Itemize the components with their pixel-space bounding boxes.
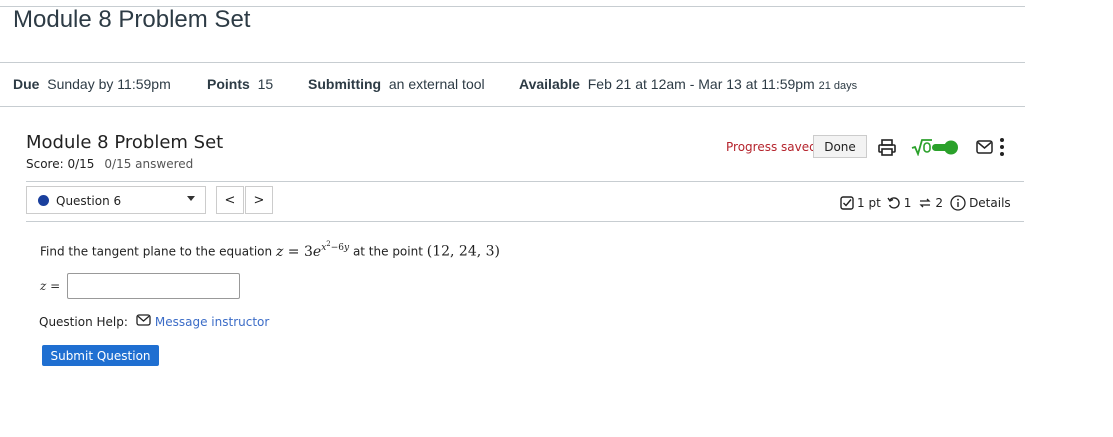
nav-top-divider bbox=[26, 181, 1024, 182]
mail-icon bbox=[136, 314, 151, 329]
checkbox-icon bbox=[840, 196, 854, 210]
more-vertical-icon[interactable] bbox=[998, 137, 1006, 162]
attempts-icon bbox=[918, 196, 932, 210]
details-link[interactable]: Details bbox=[969, 196, 1011, 210]
problem-set-title: Module 8 Problem Set bbox=[26, 132, 224, 153]
available-days: 21 days bbox=[818, 80, 858, 92]
points-meta: Points 15 bbox=[207, 76, 273, 92]
submit-question-button[interactable]: Submit Question bbox=[42, 345, 159, 366]
question-info: 1 pt 1 2 Details bbox=[840, 195, 1011, 211]
submitting-meta: Submitting an external tool bbox=[308, 76, 485, 92]
retry-icon bbox=[887, 196, 901, 210]
sqrt-icon bbox=[911, 138, 933, 161]
meta-divider bbox=[0, 106, 1025, 107]
done-button[interactable]: Done bbox=[813, 135, 867, 158]
answer-label: z = bbox=[40, 279, 61, 293]
page-title: Module 8 Problem Set bbox=[13, 6, 251, 33]
attempts-count: 2 bbox=[935, 196, 944, 210]
header-divider bbox=[0, 62, 1025, 63]
due-meta: Due Sunday by 11:59pm bbox=[13, 76, 171, 92]
points-value: 15 bbox=[257, 76, 274, 92]
nav-bottom-divider bbox=[26, 221, 1024, 222]
available-meta: Available Feb 21 at 12am - Mar 13 at 11:… bbox=[519, 76, 857, 92]
mail-icon[interactable] bbox=[976, 140, 993, 159]
question-text: Find the tangent plane to the equation z… bbox=[40, 240, 500, 260]
question-help: Question Help: Message instructor bbox=[39, 314, 269, 329]
prev-question-button[interactable]: < bbox=[216, 186, 244, 214]
available-label: Available bbox=[519, 76, 580, 92]
question-select-label: Question 6 bbox=[56, 194, 122, 208]
points-text: 1 pt bbox=[857, 196, 881, 210]
print-icon[interactable] bbox=[878, 139, 896, 161]
retries-count: 1 bbox=[903, 196, 912, 210]
question-status-dot bbox=[38, 195, 49, 206]
question-prefix: Find the tangent plane to the equation bbox=[40, 244, 273, 259]
answer-input[interactable] bbox=[67, 273, 240, 299]
submitting-label: Submitting bbox=[308, 76, 382, 92]
points-label: Points bbox=[207, 76, 250, 92]
submitting-value: an external tool bbox=[388, 76, 485, 92]
question-point: (12, 24, 3) bbox=[426, 243, 501, 260]
score-text: Score: 0/15 bbox=[26, 157, 95, 171]
info-icon[interactable] bbox=[950, 195, 966, 211]
question-select[interactable]: Question 6 bbox=[26, 186, 206, 214]
available-value: Feb 21 at 12am - Mar 13 at 11:59pm bbox=[587, 76, 815, 92]
due-value: Sunday by 11:59pm bbox=[47, 76, 171, 92]
top-divider bbox=[0, 6, 1025, 7]
chevron-down-icon bbox=[187, 196, 195, 201]
question-equation: z = 3ex2−6y bbox=[275, 240, 350, 260]
toggle-switch[interactable] bbox=[931, 140, 959, 160]
message-instructor-link[interactable]: Message instructor bbox=[155, 315, 269, 329]
progress-status: Progress saved bbox=[726, 140, 817, 154]
answered-text: 0/15 answered bbox=[104, 157, 194, 171]
score-line: Score: 0/15 0/15 answered bbox=[26, 157, 193, 171]
question-help-label: Question Help: bbox=[39, 314, 128, 329]
due-label: Due bbox=[13, 76, 40, 92]
question-suffix: at the point bbox=[352, 244, 423, 259]
next-question-button[interactable]: > bbox=[245, 186, 273, 214]
